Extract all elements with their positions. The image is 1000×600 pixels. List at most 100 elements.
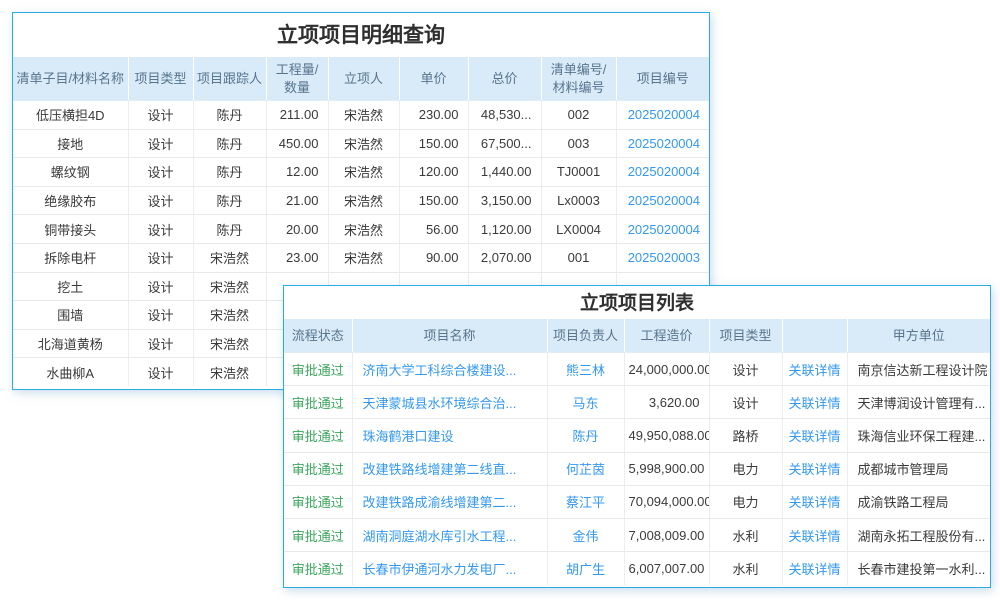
manager-link[interactable]: 陈丹	[572, 429, 598, 444]
manager-cell: 何芷茵	[547, 452, 624, 485]
client-unit-cell: 珠海信业环保工程建...	[847, 419, 990, 452]
material-name-cell: 接地	[13, 129, 128, 158]
list-panel-title: 立项项目列表	[284, 286, 990, 319]
relation-detail-link[interactable]: 关联详情	[788, 429, 840, 444]
client-unit-cell: 长春市建投第一水利...	[847, 552, 990, 585]
column-header-manager: 项目负责人	[547, 319, 624, 353]
manager-cell: 金伟	[547, 518, 624, 551]
initiator-cell: 宋浩然	[328, 243, 399, 272]
item-code-cell: 002	[541, 101, 616, 130]
unit-price-cell: 90.00	[399, 243, 468, 272]
column-header-unit-price: 单价	[399, 57, 468, 101]
relation-detail-cell: 关联详情	[782, 552, 847, 585]
project-type-cell: 设计	[128, 101, 193, 130]
manager-link[interactable]: 金伟	[572, 529, 598, 544]
column-header-initiator: 立项人	[328, 57, 399, 101]
project-name-link[interactable]: 改建铁路成渝线增建第二...	[363, 495, 517, 510]
table-row: 审批通过改建铁路成渝线增建第二...蔡江平70,094,000.00电力关联详情…	[284, 485, 990, 518]
project-code-link[interactable]: 2025020004	[628, 136, 700, 151]
relation-detail-cell: 关联详情	[782, 452, 847, 485]
material-name-cell: 水曲柳A	[13, 358, 128, 387]
status-cell: 审批通过	[284, 386, 352, 419]
manager-link[interactable]: 蔡江平	[566, 495, 605, 510]
quantity-cell: 12.00	[266, 158, 328, 187]
column-header-quantity: 工程量/数量	[266, 57, 328, 101]
unit-price-cell: 150.00	[399, 129, 468, 158]
relation-detail-link[interactable]: 关联详情	[788, 529, 840, 544]
material-name-cell: 螺纹钢	[13, 158, 128, 187]
type-cell: 设计	[709, 386, 782, 419]
project-code-link[interactable]: 2025020004	[628, 193, 700, 208]
project-name-link[interactable]: 湖南洞庭湖水库引水工程...	[363, 529, 517, 544]
cost-cell: 49,950,088.00	[624, 419, 709, 452]
project-name-cell: 济南大学工科综合楼建设...	[352, 353, 547, 386]
initiator-cell: 宋浩然	[328, 158, 399, 187]
list-table-body: 审批通过济南大学工科综合楼建设...熊三林24,000,000.00设计关联详情…	[284, 353, 990, 585]
relation-detail-link[interactable]: 关联详情	[788, 363, 840, 378]
cost-cell: 5,998,900.00	[624, 452, 709, 485]
relation-detail-link[interactable]: 关联详情	[788, 562, 840, 577]
project-name-link[interactable]: 改建铁路线增建第二线直...	[363, 462, 517, 477]
relation-detail-link[interactable]: 关联详情	[788, 495, 840, 510]
table-row: 审批通过珠海鹤港口建设陈丹49,950,088.00路桥关联详情珠海信业环保工程…	[284, 419, 990, 452]
manager-cell: 胡广生	[547, 552, 624, 585]
list-table: 流程状态项目名称项目负责人工程造价项目类型甲方单位 审批通过济南大学工科综合楼建…	[284, 319, 990, 585]
relation-detail-cell: 关联详情	[782, 485, 847, 518]
manager-link[interactable]: 熊三林	[566, 363, 605, 378]
total-price-cell: 2,070.00	[468, 243, 541, 272]
list-table-header-row: 流程状态项目名称项目负责人工程造价项目类型甲方单位	[284, 319, 990, 353]
manager-cell: 马东	[547, 386, 624, 419]
table-row: 拆除电杆设计宋浩然23.00宋浩然90.002,070.000012025020…	[13, 243, 709, 272]
project-name-cell: 天津蒙城县水环境综合治...	[352, 386, 547, 419]
client-unit-cell: 成都城市管理局	[847, 452, 990, 485]
project-name-cell: 改建铁路成渝线增建第二...	[352, 485, 547, 518]
project-type-cell: 设计	[128, 301, 193, 330]
manager-link[interactable]: 胡广生	[566, 562, 605, 577]
project-name-link[interactable]: 济南大学工科综合楼建设...	[363, 363, 517, 378]
project-type-cell: 设计	[128, 243, 193, 272]
project-name-link[interactable]: 珠海鹤港口建设	[363, 429, 454, 444]
project-name-cell: 珠海鹤港口建设	[352, 419, 547, 452]
project-code-link[interactable]: 2025020004	[628, 164, 700, 179]
project-code-link[interactable]: 2025020004	[628, 107, 700, 122]
table-row: 审批通过天津蒙城县水环境综合治...马东3,620.00设计关联详情天津博润设计…	[284, 386, 990, 419]
item-code-cell: 001	[541, 243, 616, 272]
project-code-link[interactable]: 2025020004	[628, 222, 700, 237]
manager-link[interactable]: 马东	[572, 396, 598, 411]
project-name-cell: 湖南洞庭湖水库引水工程...	[352, 518, 547, 551]
table-row: 审批通过济南大学工科综合楼建设...熊三林24,000,000.00设计关联详情…	[284, 353, 990, 386]
initiator-cell: 宋浩然	[328, 101, 399, 130]
tracker-cell: 宋浩然	[193, 272, 266, 301]
relation-detail-link[interactable]: 关联详情	[788, 462, 840, 477]
column-header-material-name: 清单子目/材料名称	[13, 57, 128, 101]
project-name-link[interactable]: 天津蒙城县水环境综合治...	[363, 396, 517, 411]
material-name-cell: 北海道黄杨	[13, 329, 128, 358]
table-row: 铜带接头设计陈丹20.00宋浩然56.001,120.00LX000420250…	[13, 215, 709, 244]
total-price-cell: 3,150.00	[468, 186, 541, 215]
manager-link[interactable]: 何芷茵	[566, 462, 605, 477]
column-header-status: 流程状态	[284, 319, 352, 353]
total-price-cell: 1,440.00	[468, 158, 541, 187]
client-unit-cell: 天津博润设计管理有...	[847, 386, 990, 419]
total-price-cell: 48,530...	[468, 101, 541, 130]
project-type-cell: 设计	[128, 186, 193, 215]
manager-cell: 熊三林	[547, 353, 624, 386]
project-code-cell: 2025020004	[616, 158, 709, 187]
cost-cell: 70,094,000.00	[624, 485, 709, 518]
client-unit-cell: 南京信达新工程设计院	[847, 353, 990, 386]
client-unit-cell: 湖南永拓工程股份有...	[847, 518, 990, 551]
project-name-link[interactable]: 长春市伊通河水力发电厂...	[363, 562, 517, 577]
project-type-cell: 设计	[128, 129, 193, 158]
relation-detail-cell: 关联详情	[782, 386, 847, 419]
type-cell: 水利	[709, 518, 782, 551]
relation-detail-link[interactable]: 关联详情	[788, 396, 840, 411]
project-name-cell: 长春市伊通河水力发电厂...	[352, 552, 547, 585]
item-code-cell: TJ0001	[541, 158, 616, 187]
type-cell: 设计	[709, 353, 782, 386]
project-code-link[interactable]: 2025020003	[628, 250, 700, 265]
manager-cell: 陈丹	[547, 419, 624, 452]
unit-price-cell: 150.00	[399, 186, 468, 215]
unit-price-cell: 56.00	[399, 215, 468, 244]
material-name-cell: 拆除电杆	[13, 243, 128, 272]
table-row: 绝缘胶布设计陈丹21.00宋浩然150.003,150.00Lx00032025…	[13, 186, 709, 215]
